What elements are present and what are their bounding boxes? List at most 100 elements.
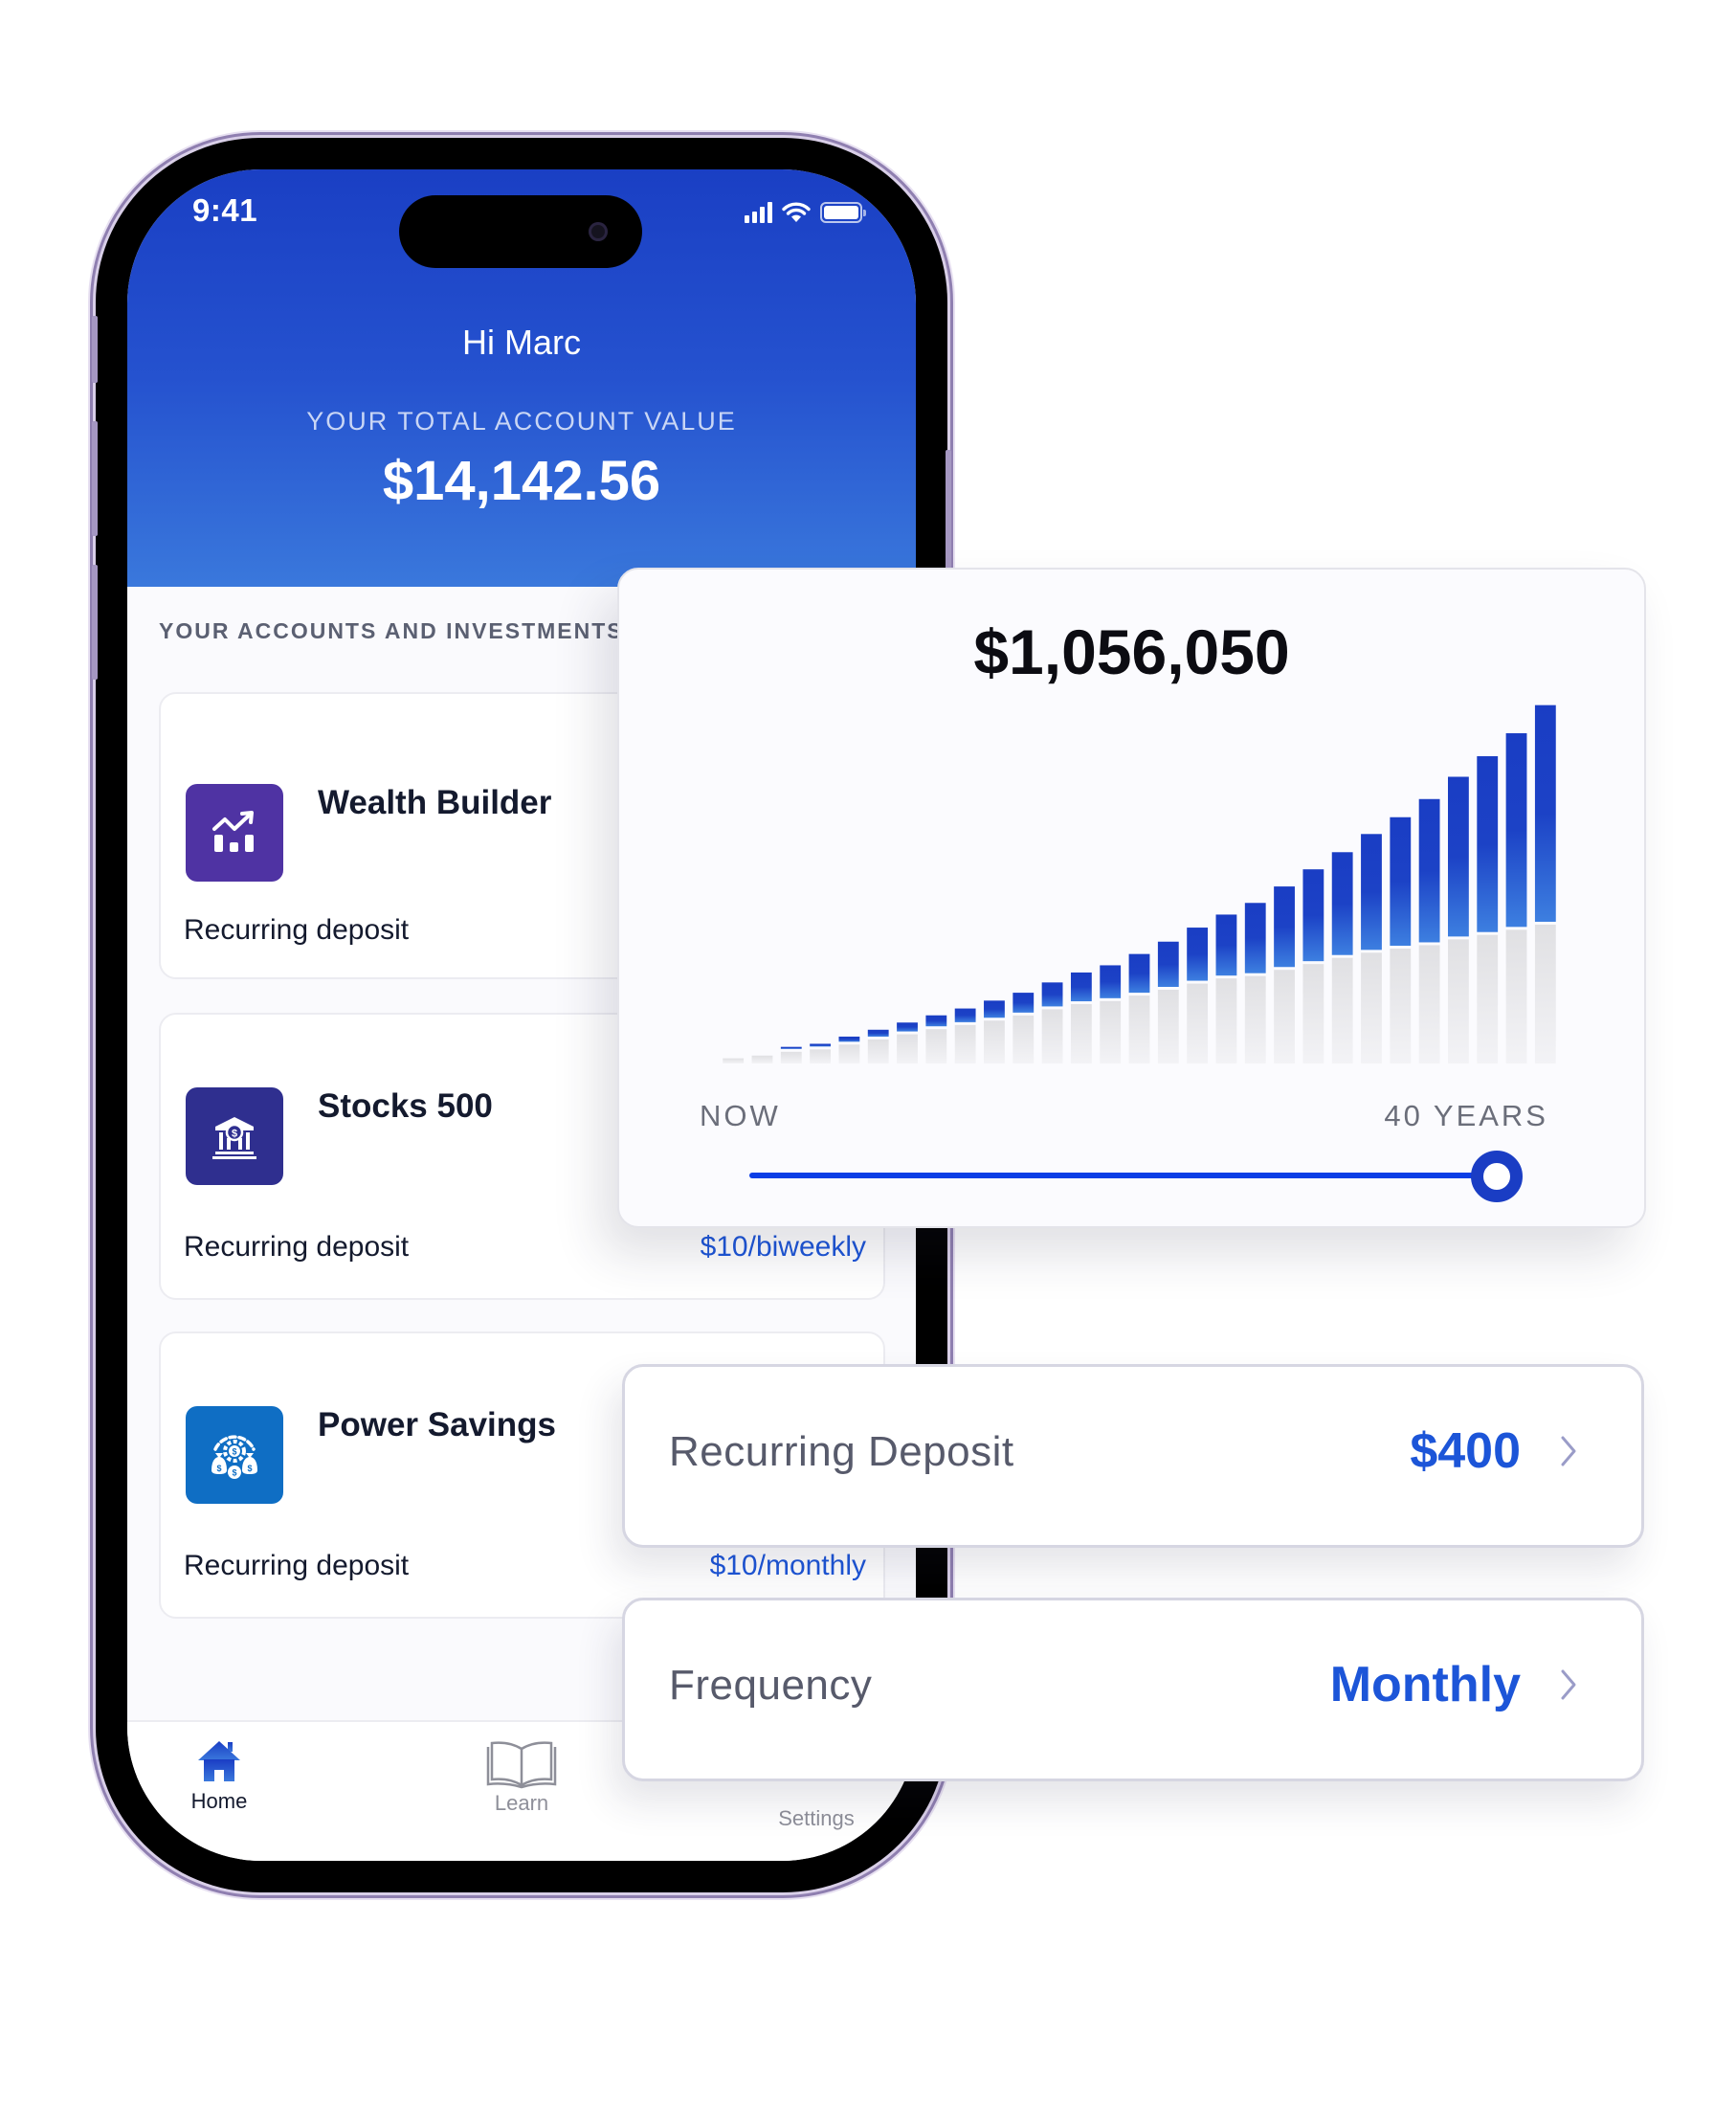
account-deposit-value: $10/monthly	[709, 1550, 866, 1581]
bar-contributions	[1187, 983, 1209, 1063]
recurring-deposit-row[interactable]: Recurring Deposit $400	[622, 1364, 1644, 1548]
bar-growth	[1448, 776, 1469, 937]
bar-growth	[897, 1022, 918, 1032]
bar-contributions	[1477, 934, 1499, 1063]
nav-label-learn: Learn	[494, 1791, 549, 1815]
bar-contributions	[925, 1029, 947, 1063]
time-horizon-slider-track[interactable]	[749, 1173, 1494, 1178]
battery-icon	[820, 202, 866, 223]
bar-contributions	[1390, 949, 1412, 1063]
svg-text:$: $	[232, 1468, 236, 1478]
bar-growth	[1534, 705, 1556, 922]
bar-contributions	[1448, 939, 1469, 1063]
wifi-icon	[782, 202, 811, 222]
bar-growth	[954, 1008, 976, 1022]
svg-text:$: $	[232, 1447, 236, 1457]
setting-label: Frequency	[669, 1662, 873, 1709]
svg-text:$: $	[247, 1464, 252, 1473]
bar-growth	[925, 1015, 947, 1027]
section-label: YOUR ACCOUNTS AND INVESTMENTS	[159, 618, 624, 643]
book-icon	[486, 1741, 557, 1789]
bar-growth	[1070, 972, 1092, 1002]
bar-contributions	[867, 1039, 889, 1063]
bar-growth	[1157, 941, 1179, 988]
bar-growth	[780, 1046, 802, 1049]
account-header: 9:41 Hi Marc YOUR TOTAL ACCOUNT VALUE $1…	[127, 169, 916, 587]
bar-growth	[1215, 914, 1237, 976]
x-axis-end-label: 40 YEARS	[1384, 1099, 1548, 1132]
bar-growth	[1331, 852, 1353, 955]
bar-growth	[1361, 834, 1382, 951]
setting-label: Recurring Deposit	[669, 1428, 1014, 1475]
bar-contributions	[984, 1020, 1005, 1063]
account-name: Stocks 500	[318, 1087, 493, 1125]
status-time: 9:41	[192, 192, 258, 228]
status-icons	[745, 198, 866, 227]
home-icon	[198, 1741, 240, 1781]
setting-value: Monthly	[1329, 1657, 1521, 1712]
setting-value: $400	[1410, 1423, 1521, 1479]
camera-icon	[589, 222, 608, 241]
account-name: Power Savings	[318, 1406, 556, 1443]
bar-contributions	[1331, 957, 1353, 1063]
nav-label-settings: Settings	[778, 1806, 855, 1830]
bar-contributions	[810, 1049, 831, 1063]
svg-text:$: $	[232, 1129, 237, 1140]
bar-contributions	[1244, 975, 1266, 1063]
bar-growth	[810, 1043, 831, 1047]
account-subtitle: Recurring deposit	[184, 1550, 410, 1581]
bar-contributions	[1070, 1004, 1092, 1063]
bar-contributions	[1505, 929, 1527, 1063]
volume-down-button	[92, 565, 98, 680]
greeting: Hi Marc	[462, 323, 581, 362]
bar-contributions	[954, 1024, 976, 1063]
bar-contributions	[1418, 945, 1440, 1063]
nav-label-home: Home	[190, 1789, 248, 1813]
cellular-signal-icon	[745, 202, 772, 223]
nav-item-home[interactable]: Home	[133, 1739, 305, 1814]
action-button	[92, 316, 98, 383]
svg-text:$: $	[216, 1464, 221, 1473]
chevron-right-icon	[1561, 1436, 1576, 1466]
bar-contributions	[780, 1051, 802, 1063]
projection-card: $1,056,050 NOW 40 YEARS	[617, 568, 1646, 1228]
bar-growth	[1244, 903, 1266, 973]
x-axis-start-label: NOW	[700, 1099, 781, 1132]
nav-item-settings[interactable]: Settings	[730, 1801, 902, 1831]
bar-growth	[1041, 982, 1063, 1007]
bar-contributions	[1274, 970, 1295, 1063]
bar-growth	[1505, 733, 1527, 928]
bar-contributions	[1041, 1009, 1063, 1063]
bar-contributions	[1534, 924, 1556, 1063]
bar-contributions	[838, 1044, 860, 1063]
chevron-right-icon	[1561, 1669, 1576, 1700]
volume-up-button	[92, 421, 98, 536]
account-subtitle: Recurring deposit	[184, 1231, 410, 1263]
bar-contributions	[723, 1058, 745, 1063]
bar-contributions	[1128, 996, 1150, 1063]
bar-contributions	[1302, 964, 1324, 1063]
total-account-value: $14,142.56	[382, 450, 661, 512]
time-horizon-slider-thumb[interactable]	[1471, 1151, 1523, 1202]
total-value-label: YOUR TOTAL ACCOUNT VALUE	[306, 407, 737, 436]
bar-growth	[1100, 965, 1122, 998]
account-deposit-value: $10/biweekly	[700, 1231, 866, 1263]
bar-growth	[1128, 953, 1150, 994]
bar-growth	[867, 1029, 889, 1037]
bar-growth	[1302, 869, 1324, 962]
dynamic-island	[399, 195, 642, 268]
bar-contributions	[897, 1034, 918, 1063]
money-bags-gear-icon: $ $ $ $	[186, 1406, 283, 1504]
bank-building-icon: $	[186, 1087, 283, 1185]
bar-growth	[1013, 993, 1035, 1013]
growth-chart-icon	[186, 784, 283, 882]
frequency-row[interactable]: Frequency Monthly	[622, 1598, 1644, 1781]
bar-contributions	[1361, 952, 1382, 1063]
account-name: Wealth Builder	[318, 784, 552, 821]
nav-item-learn[interactable]: Learn	[435, 1739, 608, 1816]
bar-contributions	[1215, 978, 1237, 1063]
bar-growth	[1187, 928, 1209, 981]
bar-contributions	[751, 1055, 773, 1063]
bar-contributions	[1013, 1015, 1035, 1063]
bar-growth	[1418, 798, 1440, 943]
